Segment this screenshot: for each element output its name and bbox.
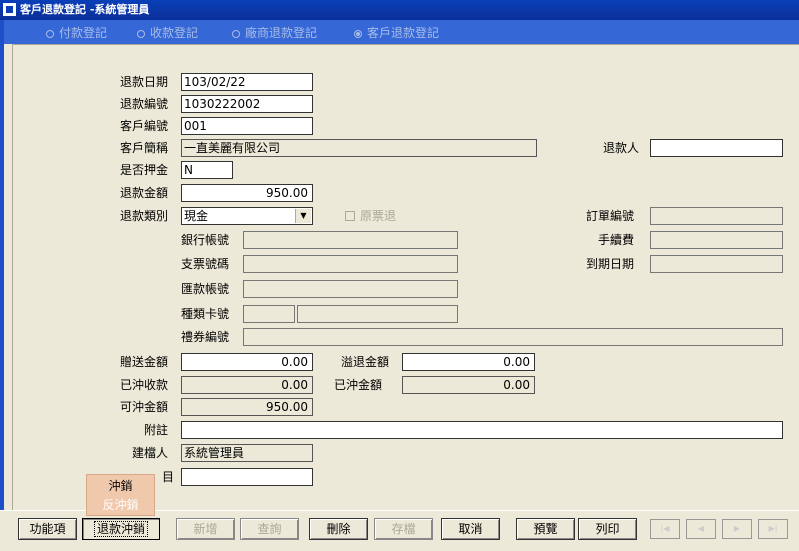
- chevron-down-icon[interactable]: ▼: [295, 209, 311, 223]
- date-label-tail: 目: [162, 470, 175, 484]
- prev-record-icon[interactable]: ◀: [686, 519, 716, 539]
- menu-item-offset[interactable]: 沖銷: [87, 477, 154, 495]
- radio-payment[interactable]: 付款登記: [46, 26, 107, 40]
- menu-item-reverse-offset[interactable]: 反沖銷: [87, 496, 154, 514]
- remit-account-label: 匯款帳號: [181, 282, 230, 296]
- radio-button-icon: [232, 30, 240, 38]
- offset-received-label: 已沖收款: [120, 378, 169, 392]
- order-no-label: 訂單編號: [586, 209, 635, 223]
- is-deposit-field[interactable]: N: [181, 161, 233, 179]
- is-deposit-label: 是否押金: [120, 163, 169, 177]
- cheque-no-label: 支票號碼: [181, 257, 230, 271]
- first-record-icon[interactable]: |◀: [650, 519, 680, 539]
- function-button[interactable]: 功能項: [18, 518, 77, 540]
- creator-label: 建檔人: [132, 446, 169, 460]
- date-field[interactable]: [181, 468, 313, 486]
- print-button[interactable]: 列印: [578, 518, 637, 540]
- mode-radio-bar: 付款登記 收款登記 廠商退款登記 客戶退款登記: [4, 20, 799, 44]
- preview-button[interactable]: 預覽: [516, 518, 575, 540]
- next-record-icon[interactable]: ▶: [722, 519, 752, 539]
- radio-customer-refund[interactable]: 客戶退款登記: [354, 26, 439, 40]
- cheque-no-field[interactable]: [243, 255, 458, 273]
- due-date-label: 到期日期: [586, 257, 635, 271]
- offset-amount-field[interactable]: 0.00: [402, 376, 535, 394]
- overflow-amount-label: 溢退金額: [341, 355, 390, 369]
- app-icon: [3, 3, 16, 16]
- bank-account-label: 銀行帳號: [181, 233, 230, 247]
- refund-type-label: 退款類別: [120, 209, 169, 223]
- voucher-no-field[interactable]: [243, 328, 783, 346]
- refund-no-field[interactable]: 1030222002: [181, 95, 313, 113]
- fee-label: 手續費: [598, 233, 635, 247]
- customer-name-label: 客戶簡稱: [120, 141, 169, 155]
- creator-field[interactable]: 系統管理員: [181, 444, 313, 462]
- title-bar: 客戶退款登記 -系統管理員: [0, 0, 799, 20]
- card-number-field[interactable]: [297, 305, 458, 323]
- fee-field[interactable]: [650, 231, 783, 249]
- remit-account-field[interactable]: [243, 280, 458, 298]
- left-frame-border: [0, 20, 4, 510]
- last-record-icon[interactable]: ▶|: [758, 519, 788, 539]
- add-button[interactable]: 新增: [176, 518, 235, 540]
- delete-button[interactable]: 刪除: [309, 518, 368, 540]
- form-panel: [12, 44, 799, 511]
- order-no-field[interactable]: [650, 207, 783, 225]
- checkbox-icon: [345, 211, 355, 221]
- radio-vendor-refund[interactable]: 廠商退款登記: [232, 26, 317, 40]
- refund-type-value: 現金: [184, 209, 209, 223]
- refund-type-select[interactable]: 現金 ▼: [181, 207, 313, 225]
- refund-person-label: 退款人: [603, 141, 640, 155]
- overflow-amount-field[interactable]: 0.00: [402, 353, 535, 371]
- offset-popup-menu: 沖銷 反沖銷: [86, 474, 155, 516]
- offsettable-amount-field[interactable]: 950.00: [181, 398, 313, 416]
- refund-date-field[interactable]: 103/02/22: [181, 73, 313, 91]
- card-type-field[interactable]: [243, 305, 295, 323]
- refund-amount-field[interactable]: 950.00: [181, 184, 313, 202]
- window-title: 客戶退款登記 -系統管理員: [20, 3, 150, 16]
- cancel-button[interactable]: 取消: [441, 518, 500, 540]
- offset-received-field[interactable]: 0.00: [181, 376, 313, 394]
- radio-button-icon: [46, 30, 54, 38]
- customer-no-label: 客戶編號: [120, 119, 169, 133]
- voucher-no-label: 禮券編號: [181, 330, 230, 344]
- refund-offset-button[interactable]: 退款沖銷: [82, 518, 160, 540]
- refund-amount-label: 退款金額: [120, 186, 169, 200]
- query-button[interactable]: 查詢: [240, 518, 299, 540]
- gift-amount-field[interactable]: 0.00: [181, 353, 313, 371]
- radio-selected-icon: [354, 30, 362, 38]
- offsettable-amount-label: 可沖金額: [120, 400, 169, 414]
- customer-name-field[interactable]: 一直美麗有限公司: [181, 139, 537, 157]
- radio-button-icon: [137, 30, 145, 38]
- save-button[interactable]: 存檔: [374, 518, 433, 540]
- note-label: 附註: [144, 423, 169, 437]
- due-date-field[interactable]: [650, 255, 783, 273]
- radio-receipt[interactable]: 收款登記: [137, 26, 198, 40]
- gift-amount-label: 贈送金額: [120, 355, 169, 369]
- note-field[interactable]: [181, 421, 783, 439]
- refund-date-label: 退款日期: [120, 75, 169, 89]
- customer-no-field[interactable]: 001: [181, 117, 313, 135]
- original-ticket-checkbox[interactable]: 原票退: [345, 207, 396, 225]
- bank-account-field[interactable]: [243, 231, 458, 249]
- refund-person-field[interactable]: [650, 139, 783, 157]
- offset-amount-label: 已沖金額: [334, 378, 383, 392]
- card-type-label: 種類卡號: [181, 307, 230, 321]
- refund-no-label: 退款編號: [120, 97, 169, 111]
